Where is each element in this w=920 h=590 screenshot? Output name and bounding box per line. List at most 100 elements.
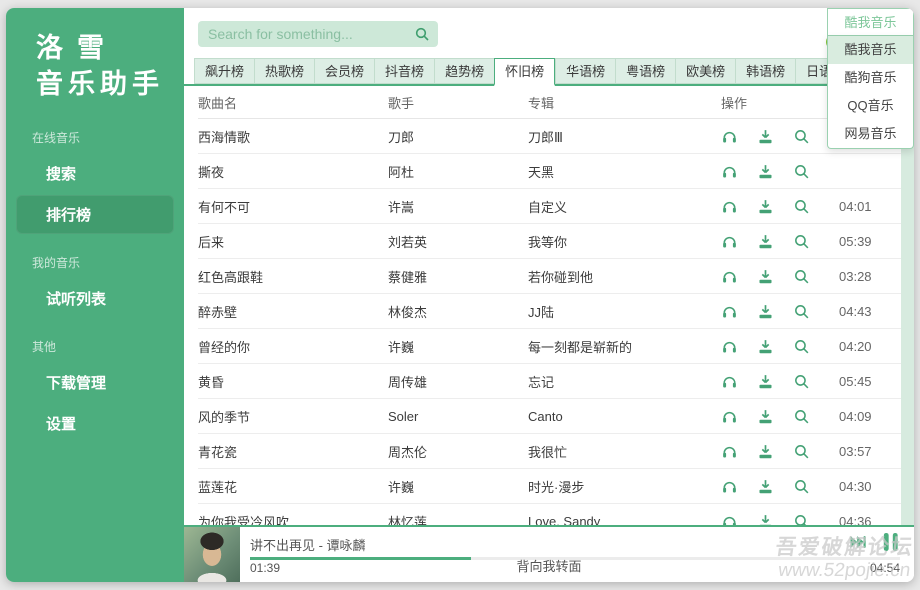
cell-song: 撕夜 [198,162,388,181]
row-search-icon[interactable] [793,233,810,250]
table-row[interactable]: 西海情歌 刀郎 刀郎Ⅲ [198,119,901,154]
main-area: 飙升榜热歌榜会员榜抖音榜趋势榜怀旧榜华语榜粤语榜欧美榜韩语榜日语榜 酷我音乐 酷… [184,8,914,582]
cell-artist: Soler [388,409,528,424]
row-search-icon[interactable] [793,513,810,526]
cell-ops [721,408,839,425]
download-icon[interactable] [757,478,774,495]
tab-韩语榜[interactable]: 韩语榜 [735,58,795,84]
row-search-icon[interactable] [793,303,810,320]
cell-album: 忘记 [528,372,721,391]
listen-icon[interactable] [721,303,738,320]
listen-icon[interactable] [721,163,738,180]
table-row[interactable]: 醉赤壁 林俊杰 JJ陆 04:43 [198,294,901,329]
tab-欧美榜[interactable]: 欧美榜 [675,58,735,84]
listen-icon[interactable] [721,443,738,460]
row-search-icon[interactable] [793,443,810,460]
download-icon[interactable] [757,268,774,285]
download-icon[interactable] [757,513,774,526]
download-icon[interactable] [757,373,774,390]
table-row[interactable]: 黄昏 周传雄 忘记 05:45 [198,364,901,399]
cell-artist: 刘若英 [388,232,528,251]
lyric-line: 背向我转面 [516,556,581,575]
tab-抖音榜[interactable]: 抖音榜 [374,58,434,84]
tab-会员榜[interactable]: 会员榜 [314,58,374,84]
tab-粤语榜[interactable]: 粤语榜 [615,58,675,84]
row-search-icon[interactable] [793,408,810,425]
sidebar-nav: 在线音乐搜索排行榜我的音乐试听列表其他下载管理设置 [6,111,184,443]
table-row[interactable]: 撕夜 阿杜 天黑 [198,154,901,189]
cell-song: 青花瓷 [198,442,388,461]
cell-artist: 刀郎 [388,127,528,146]
row-search-icon[interactable] [793,268,810,285]
sidebar-item-搜索[interactable]: 搜索 [16,154,174,193]
download-icon[interactable] [757,408,774,425]
table-scrollbar[interactable] [901,86,914,525]
logo-line1: 洛雪 [36,30,184,66]
table-row[interactable]: 蓝莲花 许巍 时光·漫步 04:30 [198,469,901,504]
sidebar-item-试听列表[interactable]: 试听列表 [16,279,174,318]
listen-icon[interactable] [721,128,738,145]
listen-icon[interactable] [721,373,738,390]
nav-section-label: 我的音乐 [6,236,184,277]
cell-ops [721,303,839,320]
cell-artist: 阿杜 [388,162,528,181]
download-icon[interactable] [757,198,774,215]
source-option-酷狗音乐[interactable]: 酷狗音乐 [828,64,913,92]
listen-icon[interactable] [721,338,738,355]
cell-ops [721,443,839,460]
source-option-网易音乐[interactable]: 网易音乐 [828,120,913,148]
table-row[interactable]: 有何不可 许嵩 自定义 04:01 [198,189,901,224]
sidebar-item-设置[interactable]: 设置 [16,404,174,443]
download-icon[interactable] [757,128,774,145]
listen-icon[interactable] [721,233,738,250]
row-search-icon[interactable] [793,373,810,390]
next-track-icon[interactable] [848,532,868,552]
cell-album: 我很忙 [528,442,721,461]
search-input[interactable] [198,21,438,47]
listen-icon[interactable] [721,268,738,285]
row-search-icon[interactable] [793,163,810,180]
cell-album: 每一刻都是崭新的 [528,337,721,356]
listen-icon[interactable] [721,478,738,495]
tab-怀旧榜[interactable]: 怀旧榜 [494,58,555,86]
pause-icon[interactable] [882,531,900,553]
row-search-icon[interactable] [793,128,810,145]
source-select-trigger[interactable]: 酷我音乐 [827,8,914,36]
top-bar [184,8,914,58]
source-option-酷我音乐[interactable]: 酷我音乐 [828,36,913,64]
app-window: 洛雪 音乐助手 在线音乐搜索排行榜我的音乐试听列表其他下载管理设置 飙升榜热歌榜… [6,8,914,582]
cell-song: 后来 [198,232,388,251]
album-art[interactable] [184,527,240,582]
table-body: 西海情歌 刀郎 刀郎Ⅲ 撕夜 阿杜 天黑 [198,119,901,525]
download-icon[interactable] [757,303,774,320]
source-option-QQ音乐[interactable]: QQ音乐 [828,92,913,120]
sidebar-item-排行榜[interactable]: 排行榜 [16,195,174,234]
sidebar-item-下载管理[interactable]: 下载管理 [16,363,174,402]
cell-artist: 周杰伦 [388,442,528,461]
cell-ops [721,233,839,250]
tab-飙升榜[interactable]: 飙升榜 [194,58,254,84]
tab-热歌榜[interactable]: 热歌榜 [254,58,314,84]
listen-icon[interactable] [721,408,738,425]
download-icon[interactable] [757,443,774,460]
table-row[interactable]: 青花瓷 周杰伦 我很忙 03:57 [198,434,901,469]
tab-趋势榜[interactable]: 趋势榜 [434,58,494,84]
row-search-icon[interactable] [793,478,810,495]
table-row[interactable]: 红色高跟鞋 蔡健雅 若你碰到他 03:28 [198,259,901,294]
table-row[interactable]: 后来 刘若英 我等你 05:39 [198,224,901,259]
row-search-icon[interactable] [793,198,810,215]
search-icon[interactable] [414,26,430,42]
download-icon[interactable] [757,338,774,355]
download-icon[interactable] [757,163,774,180]
table-row[interactable]: 曾经的你 许巍 每一刻都是崭新的 04:20 [198,329,901,364]
listen-icon[interactable] [721,198,738,215]
row-search-icon[interactable] [793,338,810,355]
cell-artist: 林俊杰 [388,302,528,321]
download-icon[interactable] [757,233,774,250]
listen-icon[interactable] [721,513,738,526]
cell-song: 黄昏 [198,372,388,391]
tab-华语榜[interactable]: 华语榜 [555,58,615,84]
cell-duration: 05:45 [839,374,901,389]
table-row[interactable]: 为你我受冷风吹 林忆莲 Love, Sandy 04:36 [198,504,901,525]
table-row[interactable]: 风的季节 Soler Canto 04:09 [198,399,901,434]
